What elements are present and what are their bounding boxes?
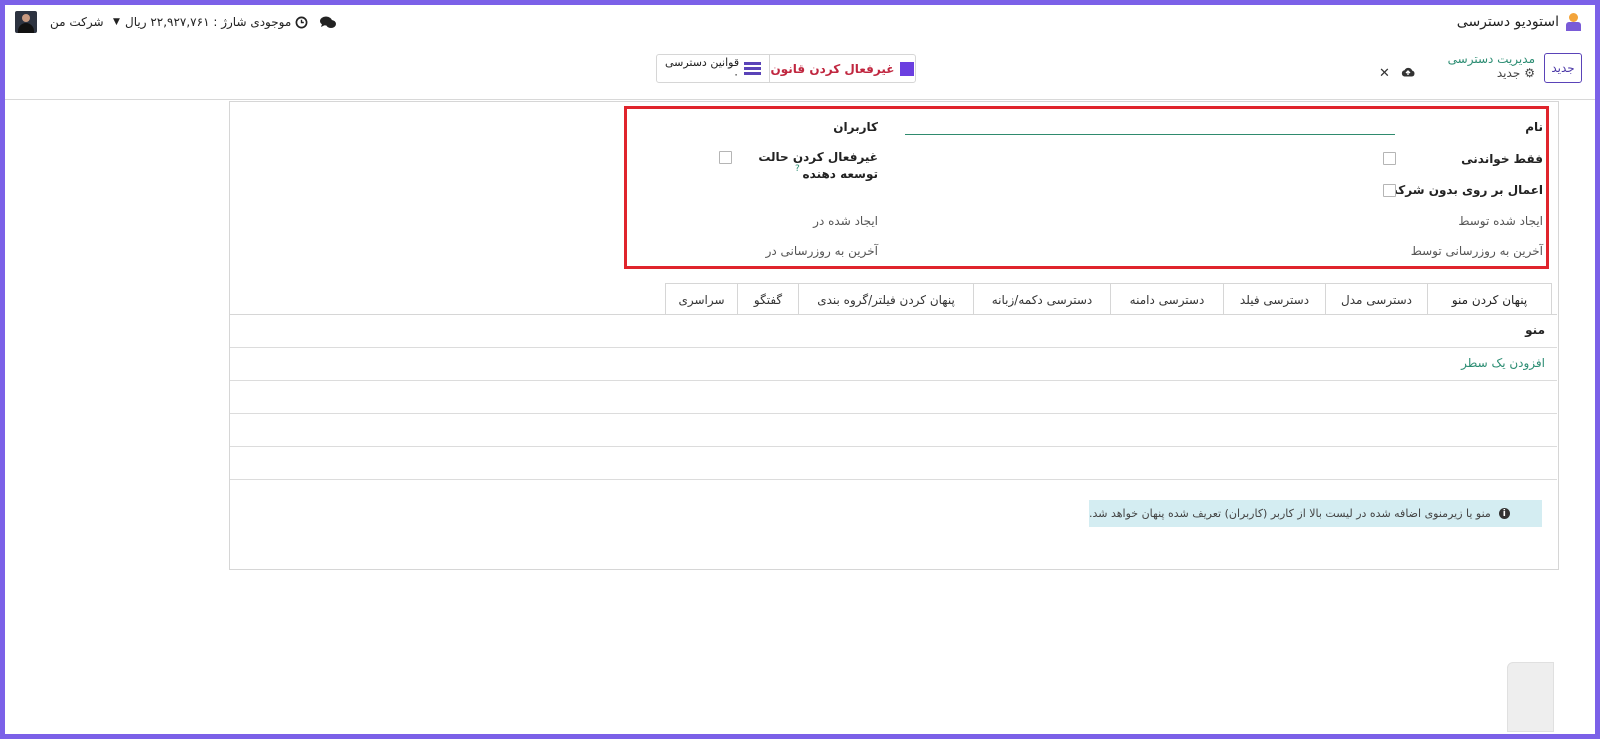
company-switcher[interactable]: شرکت من xyxy=(50,5,104,39)
add-line-link[interactable]: افزودن یک سطر xyxy=(1461,356,1545,370)
app-window: شرکت من ▼ موجودی شارژ : ۲۲,۹۲۷,۷۶۱ ریال … xyxy=(5,5,1595,734)
control-panel: جدید مدیریت دسترسی جدید ⚙ ✕ قوانین دسترس… xyxy=(5,39,1595,100)
corner-widget[interactable] xyxy=(1507,662,1554,732)
tab-model-access[interactable]: دسترسی مدل xyxy=(1325,283,1428,315)
caret-down-icon[interactable]: ▼ xyxy=(113,5,120,39)
highlight-annotation-box xyxy=(624,106,1549,269)
smart-buttons: قوانین دسترسی ۰ غیرفعال کردن قانون xyxy=(656,54,916,83)
user-avatar[interactable] xyxy=(15,11,37,33)
tab-field-access[interactable]: دسترسی فیلد xyxy=(1223,283,1326,315)
company-name: شرکت من xyxy=(50,15,104,29)
tab-chatter[interactable]: گفتگو xyxy=(737,283,799,315)
tab-hide-menu[interactable]: پنهان کردن منو xyxy=(1427,283,1552,315)
access-studio-app-icon xyxy=(1565,13,1583,31)
tab-hide-filter-groupby[interactable]: پنهان کردن فیلتر/گروه بندی xyxy=(798,283,974,315)
list-header: منو xyxy=(230,315,1557,348)
clock-icon[interactable] xyxy=(295,5,308,39)
list-icon xyxy=(744,62,762,75)
table-row: افزودن یک سطر xyxy=(230,348,1557,381)
deactivate-rule-button[interactable]: غیرفعال کردن قانون xyxy=(770,55,915,82)
gear-icon[interactable]: ⚙ xyxy=(1524,66,1535,80)
tab-button-tab-access[interactable]: دسترسی دکمه/زبانه xyxy=(973,283,1111,315)
access-rules-button[interactable]: قوانین دسترسی ۰ xyxy=(657,55,770,82)
info-icon: i xyxy=(1498,508,1510,519)
table-row xyxy=(230,414,1557,447)
chat-icon[interactable] xyxy=(320,5,336,39)
app-title[interactable]: استودیو دسترسی xyxy=(1457,5,1559,39)
new-button[interactable]: جدید xyxy=(1544,53,1582,83)
table-row xyxy=(230,381,1557,414)
tab-global[interactable]: سراسری xyxy=(665,283,738,315)
table-row xyxy=(230,447,1557,480)
menu-column-header[interactable]: منو xyxy=(1525,323,1545,337)
top-navbar: شرکت من ▼ موجودی شارژ : ۲۲,۹۲۷,۷۶۱ ریال … xyxy=(5,5,1595,39)
discard-close-icon[interactable]: ✕ xyxy=(1379,66,1390,81)
notebook-tabs: پنهان کردن منو دسترسی مدل دسترسی فیلد دس… xyxy=(665,283,1552,315)
balance-display: موجودی شارژ : ۲۲,۹۲۷,۷۶۱ ریال xyxy=(125,15,292,29)
breadcrumb-parent[interactable]: مدیریت دسترسی xyxy=(1448,52,1535,66)
breadcrumb-current: جدید ⚙ xyxy=(1496,66,1535,80)
toggle-square-icon xyxy=(900,61,915,76)
info-alert: i منو یا زیرمنوی اضافه شده در لیست بالا … xyxy=(1089,500,1542,527)
tab-domain-access[interactable]: دسترسی دامنه xyxy=(1110,283,1224,315)
save-cloud-icon[interactable] xyxy=(1401,66,1415,81)
